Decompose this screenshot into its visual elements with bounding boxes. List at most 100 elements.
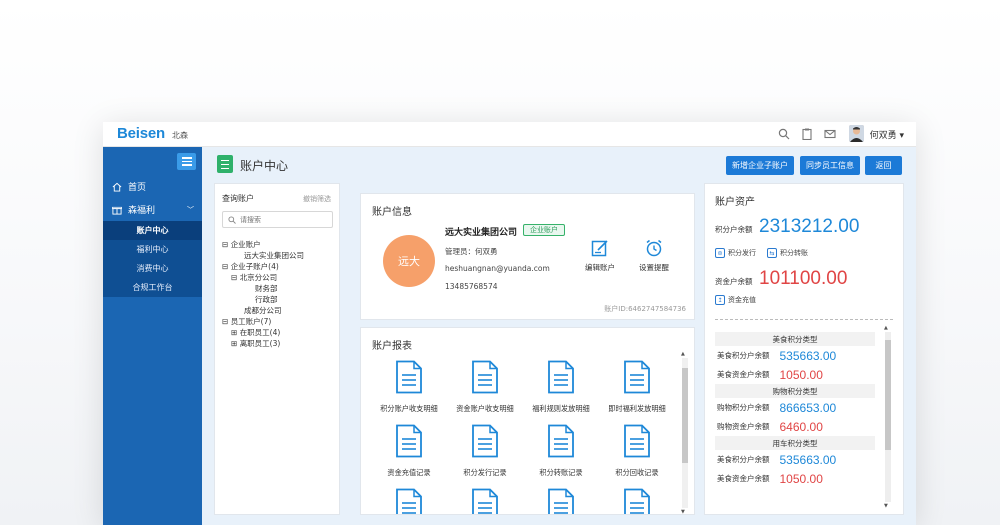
tree-node[interactable]: ⊞ 在职员工(4) — [222, 327, 304, 338]
section-title: 账户资产 — [715, 197, 755, 208]
search-input[interactable] — [240, 215, 330, 224]
email-text: heshuangnan@yuanda.com — [445, 264, 550, 273]
mail-icon[interactable] — [823, 127, 836, 140]
row-label: 购物积分户余额 — [717, 403, 770, 412]
report-item-label: 积分转账记录 — [539, 468, 583, 477]
user-menu[interactable]: 何双勇 ▾ — [870, 128, 904, 141]
sidebar-item-account-center[interactable]: 账户中心 — [103, 221, 202, 240]
scroll-up-icon[interactable]: ▲ — [681, 351, 685, 357]
search-icon — [228, 215, 236, 224]
collapse-toggle-icon[interactable]: ⊟ — [231, 273, 237, 282]
edit-icon — [591, 240, 608, 257]
row-label: 美食资金户余额 — [717, 474, 770, 483]
report-item[interactable]: 积分转账记录 — [523, 424, 599, 478]
row-value: 1050.00 — [779, 471, 823, 486]
sidebar-item-compliance[interactable]: 合规工作台 — [103, 278, 202, 297]
tree-node[interactable]: ⊟ 北京分公司 — [222, 272, 304, 283]
report-item[interactable] — [599, 488, 675, 514]
tree-node[interactable]: ⊟ 企业账户 — [222, 239, 304, 250]
report-item[interactable]: 积分回收记录 — [599, 424, 675, 478]
report-item[interactable]: 积分账户收支明细 — [371, 360, 447, 414]
alarm-clock-icon — [646, 239, 662, 257]
section-title: 账户信息 — [372, 207, 412, 218]
chevron-down-icon: ﹀ — [187, 206, 194, 214]
sidebar-item-consumption-center[interactable]: 消费中心 — [103, 259, 202, 278]
points-balance-value: 2313212.00 — [759, 216, 860, 237]
scrollbar[interactable]: ▲ ▼ — [884, 325, 891, 509]
tree-node[interactable]: 成都分公司 — [222, 305, 304, 316]
report-item[interactable] — [371, 488, 447, 514]
scroll-up-icon[interactable]: ▲ — [884, 325, 888, 331]
app-window: Beisen 北森 何双勇 ▾ 首页 森福利 ﹀ 账户中心 福利中心 消费中心 … — [103, 122, 916, 525]
sidebar-item-home[interactable]: 首页 — [103, 175, 202, 198]
back-button[interactable]: 返回 — [865, 156, 902, 175]
tree-node[interactable]: 财务部 — [222, 283, 304, 294]
sync-staff-button[interactable]: 同步员工信息 — [800, 156, 860, 175]
account-tree-panel: 查询账户 撤销筛选 ⊟ 企业账户 远大实业集团公司 ⊟ 企业子账户(4) ⊟ 北… — [214, 183, 340, 515]
report-item-label: 福利规则发放明细 — [532, 404, 590, 413]
collapse-toggle-icon[interactable]: ⊟ — [222, 317, 228, 326]
points-transfer-button[interactable]: ⇆ 积分转账 — [767, 248, 808, 258]
top-bar: Beisen 北森 何双勇 ▾ — [103, 122, 916, 147]
scroll-down-icon[interactable]: ▼ — [681, 509, 685, 514]
scroll-down-icon[interactable]: ▼ — [884, 503, 888, 509]
sidebar-item-label: 森福利 — [128, 206, 156, 216]
report-item[interactable]: 即时福利发放明细 — [599, 360, 675, 414]
avatar[interactable] — [849, 125, 864, 142]
document-icon — [217, 155, 233, 173]
report-item[interactable]: 福利规则发放明细 — [523, 360, 599, 414]
scrollbar-thumb[interactable] — [885, 340, 891, 450]
collapse-toggle-icon[interactable]: ⊟ — [222, 240, 228, 249]
tree-node[interactable]: ⊞ 离职员工(3) — [222, 338, 304, 349]
report-item[interactable] — [447, 488, 523, 514]
points-balance-label: 积分户余额 — [715, 225, 753, 234]
type-header: 用车积分类型 — [715, 436, 875, 450]
account-tree: ⊟ 企业账户 远大实业集团公司 ⊟ 企业子账户(4) ⊟ 北京分公司 财务部 行… — [222, 239, 304, 349]
tree-node-label: 在职员工(4) — [239, 328, 281, 337]
edit-account-button[interactable]: 编辑账户 — [579, 238, 621, 273]
tree-node[interactable]: 行政部 — [222, 294, 304, 305]
report-item[interactable] — [523, 488, 599, 514]
row-value: 535663.00 — [779, 348, 837, 363]
edit-account-label: 编辑账户 — [585, 263, 615, 272]
clipboard-icon[interactable] — [800, 127, 813, 140]
clear-filter-link[interactable]: 撤销筛选 — [303, 194, 331, 204]
menu-toggle-icon[interactable] — [177, 153, 196, 170]
search-icon[interactable] — [777, 127, 790, 140]
tree-node[interactable]: ⊟ 企业子账户(4) — [222, 261, 304, 272]
scrollbar[interactable]: ▲ ▼ — [681, 351, 688, 514]
tree-node-label: 北京分公司 — [239, 273, 278, 282]
type-points-row: 美食积分户余额 535663.00 — [715, 450, 875, 469]
logo[interactable]: Beisen — [117, 125, 165, 142]
type-header: 美食积分类型 — [715, 332, 875, 346]
report-grid: 积分账户收支明细 资金账户收支明细 福利规则发放明细 即时福利发放明细 资金充值记录 积分… — [371, 360, 676, 514]
tree-node[interactable]: 远大实业集团公司 — [222, 250, 304, 261]
home-icon — [111, 181, 122, 192]
report-item[interactable]: 资金账户收支明细 — [447, 360, 523, 414]
expand-toggle-icon[interactable]: ⊞ — [231, 328, 237, 337]
sidebar: 首页 森福利 ﹀ 账户中心 福利中心 消费中心 合规工作台 — [103, 147, 202, 525]
tree-node-label: 成都分公司 — [244, 306, 282, 315]
coins-icon: ⊜ — [715, 248, 725, 258]
status-badge: 企业账户 — [523, 224, 565, 236]
document-icon — [471, 424, 499, 462]
tree-node[interactable]: ⊟ 员工账户(7) — [222, 316, 304, 327]
add-sub-account-button[interactable]: 新增企业子账户 — [726, 156, 794, 175]
admin-label: 管理员：何双勇 — [445, 247, 498, 256]
transfer-icon: ⇆ — [767, 248, 777, 258]
fund-recharge-button[interactable]: ↥ 资金充值 — [715, 295, 756, 305]
report-item[interactable]: 积分发行记录 — [447, 424, 523, 478]
sidebar-item-benefits[interactable]: 森福利 ﹀ — [103, 198, 202, 221]
report-item-label: 积分发行记录 — [463, 468, 507, 477]
top-icons — [777, 127, 836, 140]
report-item[interactable]: 资金充值记录 — [371, 424, 447, 478]
sidebar-item-benefit-center[interactable]: 福利中心 — [103, 240, 202, 259]
collapse-toggle-icon[interactable]: ⊟ — [222, 262, 228, 271]
points-issue-button[interactable]: ⊜ 积分发行 — [715, 248, 756, 258]
expand-toggle-icon[interactable]: ⊞ — [231, 339, 237, 348]
set-reminder-button[interactable]: 设置提醒 — [633, 238, 675, 273]
search-box — [222, 211, 333, 228]
scrollbar-thumb[interactable] — [682, 368, 688, 463]
document-icon — [471, 360, 499, 398]
report-item-label: 资金账户收支明细 — [456, 404, 514, 413]
